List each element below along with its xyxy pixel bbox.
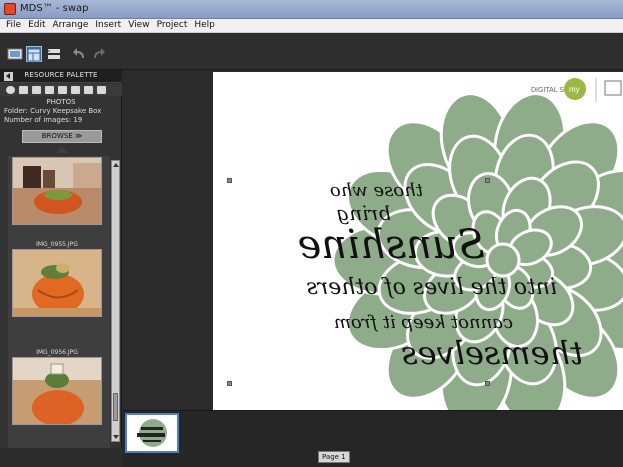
quote-line-5: cannot keep it from (334, 312, 513, 333)
resize-handle[interactable] (227, 178, 232, 183)
toolbar (0, 33, 623, 70)
browse-button[interactable]: BROWSE ≫ (22, 130, 102, 143)
quote-line-6: themselves (401, 334, 583, 372)
list-item[interactable]: IMG_0956.JPG (12, 348, 102, 425)
palette-category-bar (0, 84, 122, 96)
layout-icon[interactable] (26, 46, 42, 62)
image-count: Number of images: 19 (4, 116, 83, 124)
photo-tool-icon[interactable] (7, 46, 23, 62)
window-title: MDS™ - swap (20, 3, 89, 14)
page-label[interactable]: Page 1 (318, 451, 350, 463)
resize-handle[interactable] (485, 381, 490, 386)
menu-bar: File Edit Arrange Insert View Project He… (0, 19, 623, 33)
redo-icon[interactable] (90, 46, 106, 62)
templates-category-icon[interactable] (84, 86, 93, 94)
thumbnail-name: IMG_0955.JPG (36, 241, 78, 248)
quote-line-4: into the lives of others (306, 275, 557, 300)
stamps-category-icon[interactable] (45, 86, 54, 94)
menu-help[interactable]: Help (194, 19, 215, 32)
logo-badge: my (569, 85, 580, 94)
menu-arrange[interactable]: Arrange (53, 19, 89, 32)
resource-palette: RESOURCE PALETTE PHOTOS Folder: Curvy Ke… (0, 70, 122, 448)
palette-title: RESOURCE PALETTE (24, 71, 98, 79)
scroll-up-icon[interactable] (113, 163, 119, 167)
section-title: PHOTOS (46, 98, 76, 106)
thumbnail-scrollbar[interactable] (111, 160, 120, 442)
page-filmstrip: Page 1 (123, 410, 623, 467)
scroll-thumb[interactable] (113, 393, 118, 421)
resize-handle[interactable] (227, 381, 232, 386)
menu-view[interactable]: View (128, 19, 149, 32)
swap-icon[interactable] (46, 46, 62, 62)
flower-center (485, 242, 521, 278)
quote-line-3: Sunshine (298, 222, 485, 268)
photo-thumbnail-list: IMG_0955.JPG IMG_0956.JPG (8, 156, 110, 448)
scroll-down-icon[interactable] (113, 435, 119, 439)
thumbnail-name: IMG_0956.JPG (36, 349, 78, 356)
menu-insert[interactable]: Insert (95, 19, 121, 32)
menu-file[interactable]: File (6, 19, 21, 32)
page-artwork: DIGITAL STUDIO my those who bring Sunshi… (298, 78, 623, 410)
photos-info: PHOTOS Folder: Curvy Keepsake Box Number… (0, 97, 122, 127)
palette-header: RESOURCE PALETTE (0, 70, 122, 83)
browse-pointer (56, 147, 68, 153)
undo-icon[interactable] (72, 46, 88, 62)
title-bar: MDS™ - swap (0, 0, 623, 19)
photo-thumbnail[interactable] (12, 357, 102, 425)
photos-category-icon[interactable] (6, 86, 15, 94)
page-thumbnail[interactable] (125, 413, 179, 453)
photo-thumbnail[interactable] (12, 249, 102, 317)
punches-category-icon[interactable] (71, 86, 80, 94)
quote-line-1: those who (330, 180, 423, 201)
design-page[interactable]: DIGITAL STUDIO my those who bring Sunshi… (213, 72, 623, 410)
layouts-category-icon[interactable] (58, 86, 67, 94)
papers-category-icon[interactable] (32, 86, 41, 94)
list-item[interactable] (12, 156, 102, 225)
photo-thumbnail[interactable] (12, 157, 102, 225)
shapes-category-icon[interactable] (97, 86, 106, 94)
folder-label: Folder: Curvy Keepsake Box (4, 107, 102, 115)
canvas-workspace: DIGITAL STUDIO my those who bring Sunshi… (123, 70, 623, 410)
list-item[interactable]: IMG_0955.JPG (12, 240, 102, 317)
resize-handle[interactable] (485, 178, 490, 183)
menu-project[interactable]: Project (157, 19, 188, 32)
app-window: MDS™ - swap File Edit Arrange Insert Vie… (0, 0, 623, 467)
app-icon (4, 3, 16, 15)
embellishments-category-icon[interactable] (19, 86, 28, 94)
menu-edit[interactable]: Edit (28, 19, 45, 32)
